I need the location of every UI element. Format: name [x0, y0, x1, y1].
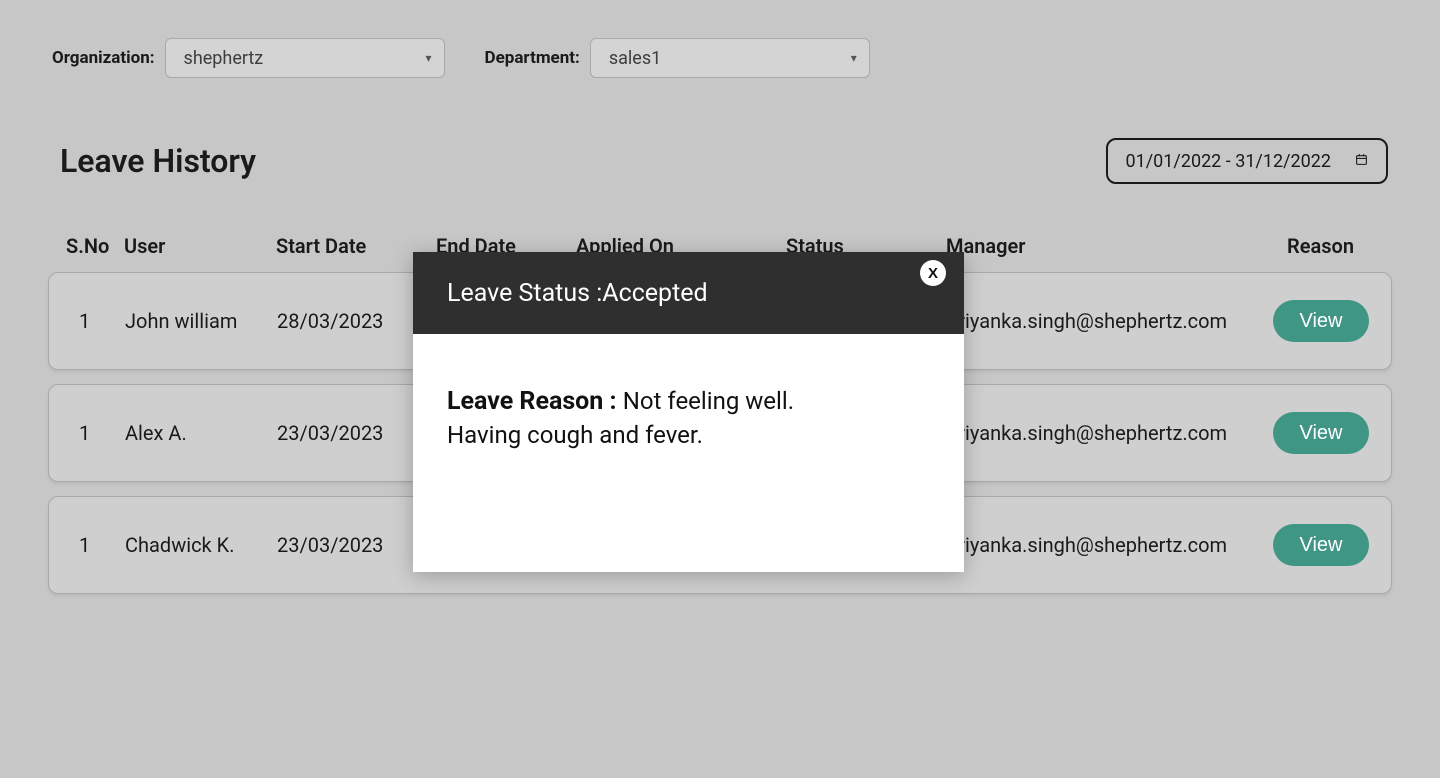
col-user: User — [124, 234, 276, 258]
col-manager: Manager — [946, 234, 1254, 258]
modal-title-prefix: Leave Status : — [447, 279, 602, 308]
cell-manager: priyanka.singh@shephertz.com — [947, 533, 1253, 557]
view-button[interactable]: View — [1273, 300, 1369, 342]
calendar-icon — [1355, 153, 1368, 170]
title-row: Leave History 01/01/2022 - 31/12/2022 — [0, 78, 1440, 184]
modal-status: Accepted — [602, 279, 707, 308]
chevron-down-icon: ▾ — [426, 51, 432, 65]
col-start: Start Date — [276, 234, 436, 258]
organization-filter: Organization: shephertz ▾ — [52, 38, 445, 78]
department-select[interactable]: sales1 ▾ — [590, 38, 870, 78]
cell-manager: priyanka.singh@shephertz.com — [947, 309, 1253, 333]
cell-sno: 1 — [67, 421, 125, 445]
organization-label: Organization: — [52, 48, 155, 68]
view-button[interactable]: View — [1273, 524, 1369, 566]
view-button[interactable]: View — [1273, 412, 1369, 454]
cell-reason: View — [1253, 524, 1373, 566]
cell-user: John william — [125, 309, 277, 333]
department-label: Department: — [485, 48, 580, 68]
reason-label: Leave Reason : — [447, 387, 623, 416]
department-filter: Department: sales1 ▾ — [485, 38, 870, 78]
cell-sno: 1 — [67, 309, 125, 333]
col-sno: S.No — [66, 234, 124, 258]
cell-manager: priyanka.singh@shephertz.com — [947, 421, 1253, 445]
col-reason: Reason — [1254, 234, 1374, 258]
cell-sno: 1 — [67, 533, 125, 557]
filters-bar: Organization: shephertz ▾ Department: sa… — [0, 0, 1440, 78]
cell-user: Chadwick K. — [125, 533, 277, 557]
cell-user: Alex A. — [125, 421, 277, 445]
department-value: sales1 — [609, 48, 661, 69]
reason-line-2: Having cough and fever. — [447, 419, 930, 453]
modal-body: Leave Reason : Not feeling well. Having … — [413, 334, 964, 453]
page-title: Leave History — [60, 142, 256, 180]
cell-reason: View — [1253, 300, 1373, 342]
leave-status-modal: Leave Status : Accepted X Leave Reason :… — [413, 252, 964, 572]
close-button[interactable]: X — [920, 260, 946, 286]
reason-line-1: Not feeling well. — [623, 387, 794, 415]
organization-select[interactable]: shephertz ▾ — [165, 38, 445, 78]
date-range-picker[interactable]: 01/01/2022 - 31/12/2022 — [1106, 138, 1388, 184]
chevron-down-icon: ▾ — [851, 51, 857, 65]
cell-reason: View — [1253, 412, 1373, 454]
date-range-text: 01/01/2022 - 31/12/2022 — [1126, 151, 1331, 172]
organization-value: shephertz — [184, 48, 264, 69]
modal-header: Leave Status : Accepted X — [413, 252, 964, 334]
